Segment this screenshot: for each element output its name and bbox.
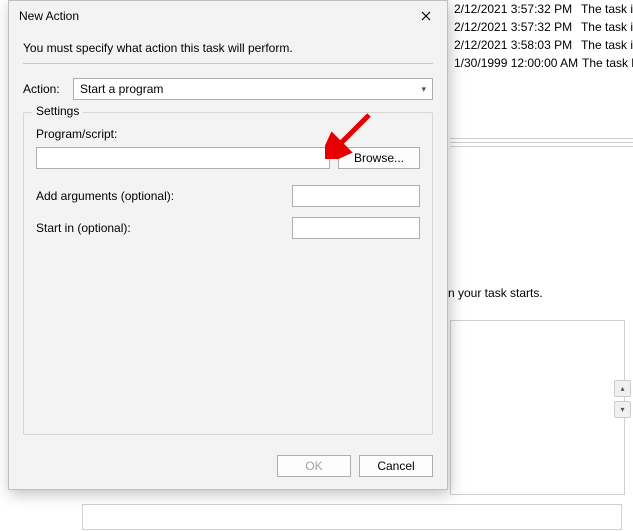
settings-group: Settings Program/script: Browse... Add a… xyxy=(23,112,433,435)
ok-button[interactable]: OK xyxy=(277,455,351,477)
arguments-input[interactable] xyxy=(292,185,420,207)
chevron-down-icon: ▾ xyxy=(421,84,426,95)
bg-divider xyxy=(450,142,633,143)
close-icon xyxy=(421,11,431,21)
bg-panel xyxy=(450,320,625,495)
scroll-up-button[interactable]: ▴ xyxy=(614,380,631,397)
action-select[interactable]: Start a program ▾ xyxy=(73,78,433,100)
bg-text-fragment: n your task starts. xyxy=(448,286,543,300)
table-row: 2/12/2021 3:57:32 PM The task i xyxy=(450,0,633,18)
bg-divider xyxy=(450,138,633,139)
table-row: 2/12/2021 3:57:32 PM The task i xyxy=(450,18,633,36)
table-row: 2/12/2021 3:58:03 PM The task i xyxy=(450,36,633,54)
program-label: Program/script: xyxy=(36,127,420,141)
divider xyxy=(23,63,433,64)
action-select-value: Start a program xyxy=(80,82,163,96)
scroll-down-button[interactable]: ▾ xyxy=(614,401,631,418)
background-table-rows: 2/12/2021 3:57:32 PM The task i 2/12/202… xyxy=(450,0,633,72)
table-row: 1/30/1999 12:00:00 AM The task h xyxy=(450,54,633,72)
action-label: Action: xyxy=(23,82,73,96)
browse-button[interactable]: Browse... xyxy=(338,147,420,169)
startin-label: Start in (optional): xyxy=(36,221,292,235)
program-script-input[interactable] xyxy=(36,147,330,169)
dialog-instruction: You must specify what action this task w… xyxy=(23,41,433,55)
dialog-titlebar: New Action xyxy=(9,1,447,31)
bg-divider xyxy=(450,146,633,147)
dialog-title: New Action xyxy=(19,9,411,23)
start-in-input[interactable] xyxy=(292,217,420,239)
arguments-label: Add arguments (optional): xyxy=(36,189,292,203)
bg-panel xyxy=(82,504,622,530)
cancel-button[interactable]: Cancel xyxy=(359,455,433,477)
settings-legend: Settings xyxy=(32,104,83,118)
close-button[interactable] xyxy=(411,4,441,28)
new-action-dialog: New Action You must specify what action … xyxy=(8,0,448,490)
